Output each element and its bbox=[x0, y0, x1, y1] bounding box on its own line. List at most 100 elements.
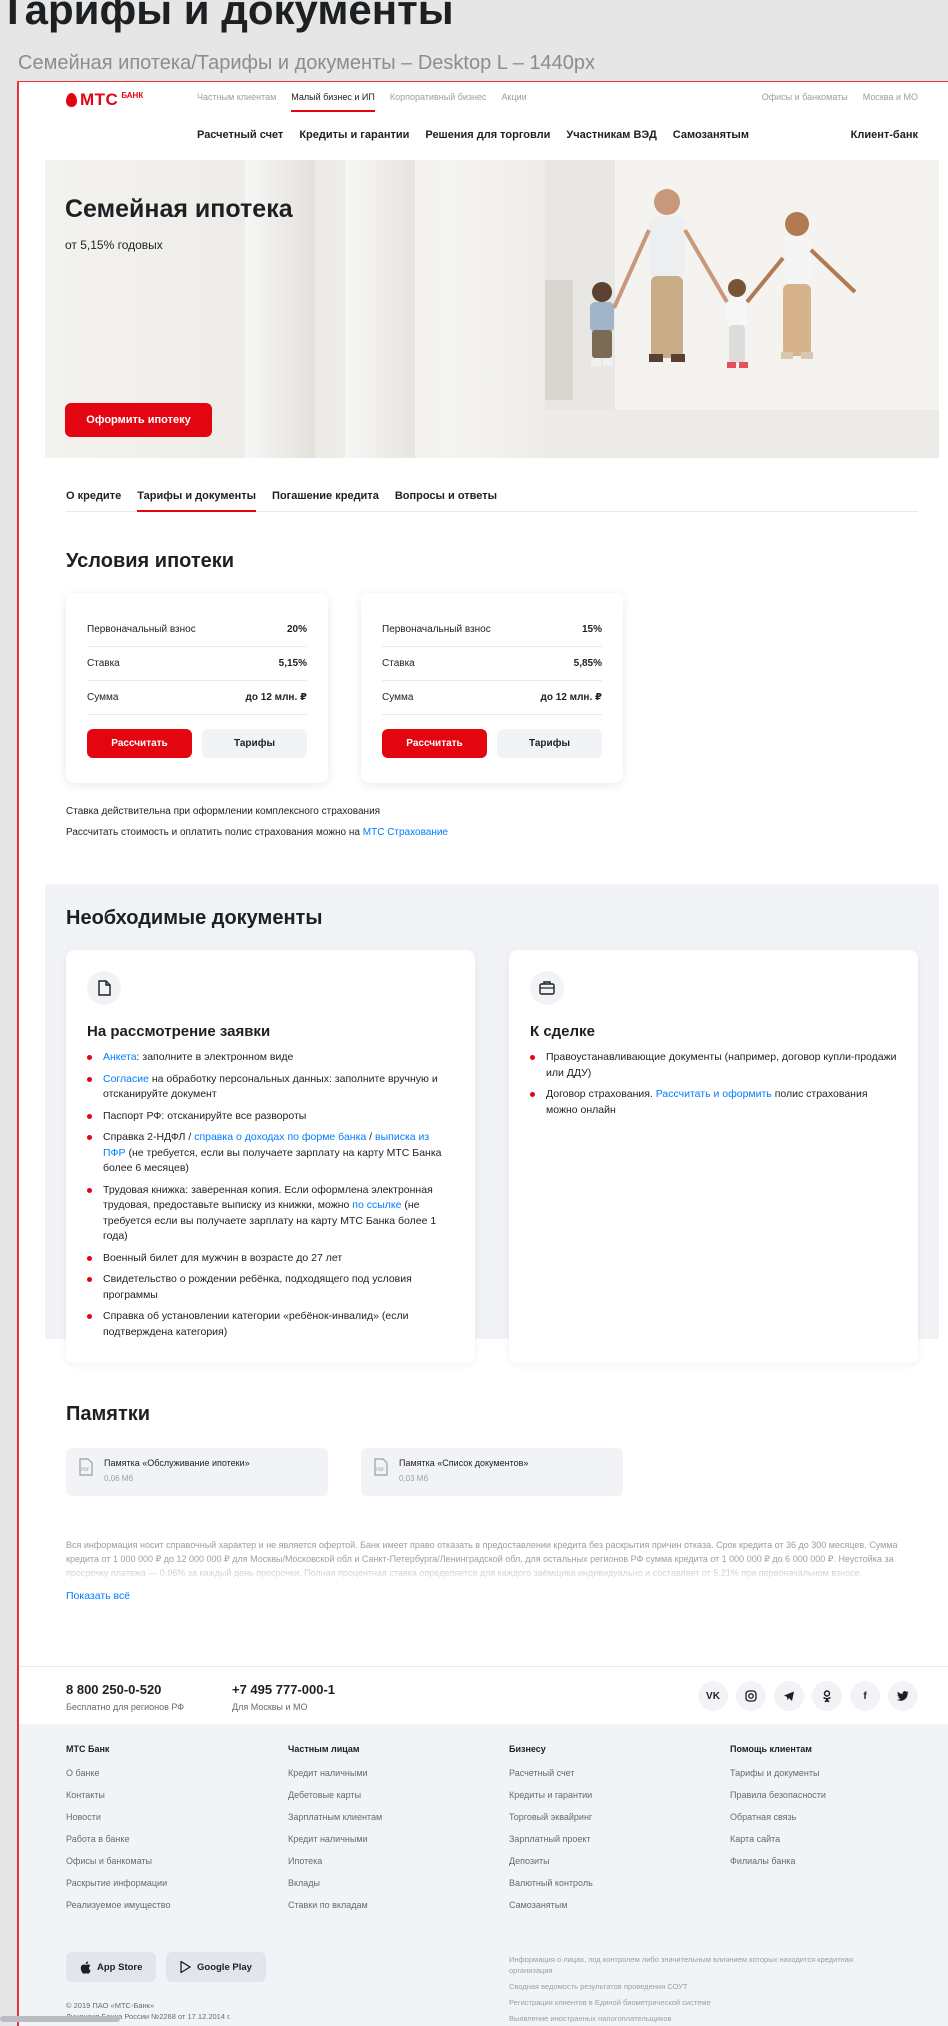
memo-info: Памятка «Список документов» 0,03 Мб bbox=[399, 1458, 528, 1486]
mainnav-credits[interactable]: Кредиты и гарантии bbox=[299, 129, 409, 141]
footer-link[interactable]: Контакты bbox=[66, 1790, 170, 1800]
region-selector[interactable]: Москва и МО bbox=[863, 92, 918, 102]
list-item-text: Паспорт РФ: отсканируйте все развороты bbox=[103, 1109, 307, 1122]
list-item-text: Правоустанавливающие документы (например… bbox=[546, 1051, 897, 1079]
phone-number[interactable]: +7 495 777-000-1 bbox=[232, 1682, 335, 1697]
calculate-button[interactable]: Рассчитать bbox=[382, 729, 487, 758]
condition-card: Первоначальный взнос 20% Ставка 5,15% Су… bbox=[66, 593, 328, 783]
client-bank-link[interactable]: Клиент-банк bbox=[851, 129, 918, 141]
consent-link[interactable]: Согласие bbox=[103, 1073, 149, 1085]
list-item-text: Свидетельство о рождении ребёнка, подход… bbox=[103, 1273, 412, 1301]
footer-link[interactable]: Вклады bbox=[288, 1878, 382, 1888]
app-store-button[interactable]: App Store bbox=[66, 1952, 157, 1982]
footer-link[interactable]: Зарплатный проект bbox=[509, 1834, 593, 1844]
footer-link[interactable]: Зарплатным клиентам bbox=[288, 1812, 382, 1822]
memo-file[interactable]: PDF Памятка «Обслуживание ипотеки» 0,06 … bbox=[66, 1448, 328, 1496]
memo-info: Памятка «Обслуживание ипотеки» 0,06 Мб bbox=[104, 1458, 250, 1486]
deal-documents-title: К сделке bbox=[530, 1023, 595, 1040]
tab-faq[interactable]: Вопросы и ответы bbox=[395, 490, 497, 511]
topnav-corporate[interactable]: Корпоративный бизнес bbox=[390, 92, 487, 102]
condition-row: Первоначальный взнос 20% bbox=[87, 613, 307, 647]
mainnav-ved[interactable]: Участникам ВЭД bbox=[566, 129, 656, 141]
footer-column-private: Частным лицам Кредит наличными Дебетовые… bbox=[288, 1744, 382, 1922]
legal-link[interactable]: Выявление иностранных налогоплательщиков bbox=[509, 2013, 889, 2024]
footer-link[interactable]: Филиалы банка bbox=[730, 1856, 826, 1866]
google-play-button[interactable]: Google Play bbox=[166, 1952, 266, 1982]
topnav-private-clients[interactable]: Частным клиентам bbox=[197, 92, 276, 102]
twitter-icon[interactable] bbox=[888, 1681, 918, 1711]
footer-link[interactable]: Торговый эквайринг bbox=[509, 1812, 593, 1822]
footer-link[interactable]: Карта сайта bbox=[730, 1834, 826, 1844]
memo-file[interactable]: PDF Памятка «Список документов» 0,03 Мб bbox=[361, 1448, 623, 1496]
topnav-promotions[interactable]: Акции bbox=[502, 92, 527, 102]
footer-link[interactable]: Депозиты bbox=[509, 1856, 593, 1866]
legal-link[interactable]: Сводная ведомость результатов проведения… bbox=[509, 1981, 889, 1992]
hero-banner: Семейная ипотека от 5,15% годовых Оформи… bbox=[45, 160, 939, 458]
tab-tariffs-documents[interactable]: Тарифы и документы bbox=[137, 490, 256, 512]
condition-label: Первоначальный взнос bbox=[382, 624, 491, 635]
odnoklassniki-icon[interactable] bbox=[812, 1681, 842, 1711]
footer-column-title: Бизнесу bbox=[509, 1744, 546, 1754]
show-all-link[interactable]: Показать всё bbox=[66, 1590, 130, 1602]
footer-link[interactable]: Ставки по вкладам bbox=[288, 1900, 382, 1910]
footer-link[interactable]: Обратная связь bbox=[730, 1812, 826, 1822]
tariffs-button[interactable]: Тарифы bbox=[497, 729, 602, 758]
footer-link[interactable]: Кредит наличными bbox=[288, 1834, 382, 1844]
application-documents-card: На рассмотрение заявки Анкета: заполните… bbox=[66, 950, 475, 1363]
vk-icon[interactable]: VK bbox=[698, 1681, 728, 1711]
footer-link[interactable]: Офисы и банкоматы bbox=[66, 1856, 170, 1866]
footer-link[interactable]: Правила безопасности bbox=[730, 1790, 826, 1800]
logo-text: МТС bbox=[80, 90, 119, 109]
social-links: VK f bbox=[698, 1681, 918, 1711]
deal-documents-card: К сделке Правоустанавливающие документы … bbox=[509, 950, 918, 1363]
calculate-button[interactable]: Рассчитать bbox=[87, 729, 192, 758]
footer-link[interactable]: Расчетный счет bbox=[509, 1768, 593, 1778]
topnav-small-business[interactable]: Малый бизнес и ИП bbox=[291, 92, 375, 112]
phone-description: Бесплатно для регионов РФ bbox=[66, 1702, 185, 1712]
income-certificate-link[interactable]: справка о доходах по форме банка bbox=[194, 1131, 366, 1143]
legal-links: Информация о лицах, под контролем либо з… bbox=[509, 1954, 889, 2026]
questionnaire-link[interactable]: Анкета bbox=[103, 1051, 137, 1063]
footer-link[interactable]: Реализуемое имущество bbox=[66, 1900, 170, 1910]
memo-size: 0,06 Мб bbox=[104, 1474, 134, 1483]
footer-link[interactable]: Кредит наличными bbox=[288, 1768, 382, 1778]
condition-card: Первоначальный взнос 15% Ставка 5,85% Су… bbox=[361, 593, 623, 783]
mts-bank-logo[interactable]: МТС БАНК bbox=[66, 90, 143, 110]
mainnav-settlement-account[interactable]: Расчетный счет bbox=[197, 129, 283, 141]
mts-insurance-link[interactable]: МТС Страхование bbox=[363, 827, 448, 838]
tab-repayment[interactable]: Погашение кредита bbox=[272, 490, 379, 511]
family-photo bbox=[545, 160, 939, 458]
document-icon bbox=[87, 971, 121, 1005]
horizontal-scrollbar[interactable] bbox=[0, 2016, 120, 2022]
footer-link[interactable]: Работа в банке bbox=[66, 1834, 170, 1844]
list-item-text: на обработку персональных данных: заполн… bbox=[103, 1072, 438, 1101]
footer-link[interactable]: Самозанятым bbox=[509, 1900, 593, 1910]
footer-link[interactable]: Ипотека bbox=[288, 1856, 382, 1866]
apply-mortgage-button[interactable]: Оформить ипотеку bbox=[65, 403, 212, 437]
footer-link[interactable]: О банке bbox=[66, 1768, 170, 1778]
tab-about-credit[interactable]: О кредите bbox=[66, 490, 121, 511]
facebook-icon[interactable]: f bbox=[850, 1681, 880, 1711]
footer-link[interactable]: Дебетовые карты bbox=[288, 1790, 382, 1800]
legal-link[interactable]: Информация о лицах, под контролем либо з… bbox=[509, 1954, 889, 1976]
calculate-insurance-link[interactable]: Рассчитать и оформить bbox=[656, 1088, 772, 1100]
condition-value: 5,85% bbox=[573, 658, 602, 669]
documents-title: Необходимые документы bbox=[66, 907, 323, 929]
list-item: Трудовая книжка: заверенная копия. Если … bbox=[87, 1183, 454, 1245]
employment-record-link[interactable]: по ссылке bbox=[352, 1199, 401, 1211]
mainnav-self-employed[interactable]: Самозанятым bbox=[673, 129, 749, 141]
instagram-icon[interactable] bbox=[736, 1681, 766, 1711]
footer-link[interactable]: Кредиты и гарантии bbox=[509, 1790, 593, 1800]
mainnav-trade-solutions[interactable]: Решения для торговли bbox=[425, 129, 550, 141]
legal-link[interactable]: Регистрация клиентов в Единой биометриче… bbox=[509, 1997, 889, 2008]
phone-number[interactable]: 8 800 250-0-520 bbox=[66, 1682, 184, 1697]
insurance-calc-note: Рассчитать стоимость и оплатить полис ст… bbox=[66, 827, 448, 838]
footer-link[interactable]: Новости bbox=[66, 1812, 170, 1822]
offices-atms-link[interactable]: Офисы и банкоматы bbox=[762, 92, 848, 102]
tariffs-button[interactable]: Тарифы bbox=[202, 729, 307, 758]
condition-value: до 12 млн. ₽ bbox=[540, 692, 602, 703]
footer-link[interactable]: Раскрытие информации bbox=[66, 1878, 170, 1888]
telegram-icon[interactable] bbox=[774, 1681, 804, 1711]
footer-link[interactable]: Тарифы и документы bbox=[730, 1768, 826, 1778]
footer-link[interactable]: Валютный контроль bbox=[509, 1878, 593, 1888]
